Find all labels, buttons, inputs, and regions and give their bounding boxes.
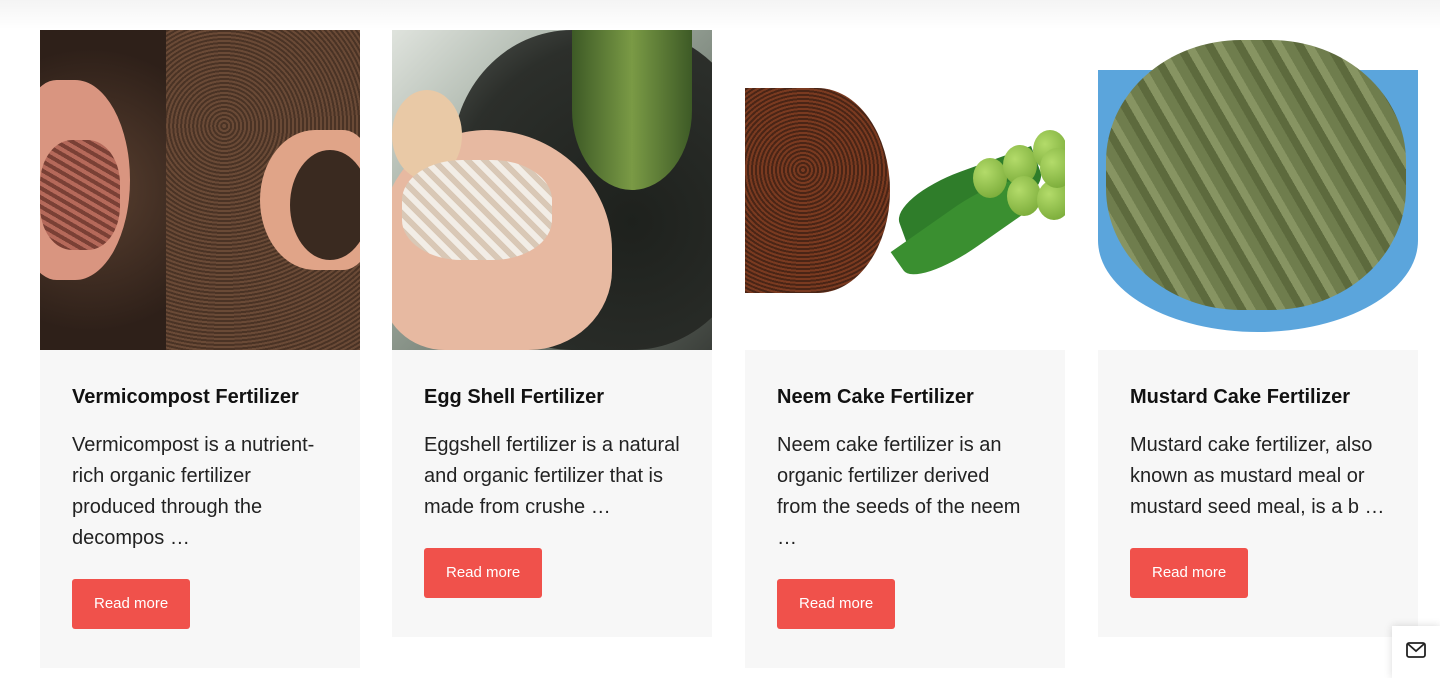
card-title[interactable]: Mustard Cake Fertilizer — [1130, 384, 1386, 410]
read-more-button[interactable]: Read more — [1130, 548, 1249, 598]
product-card-neem-cake: Neem Cake Fertilizer Neem cake fertilize… — [745, 30, 1065, 668]
product-card-egg-shell: Egg Shell Fertilizer Eggshell fertilizer… — [392, 30, 712, 637]
card-excerpt: Eggshell fertilizer is a natural and org… — [424, 434, 680, 518]
product-image[interactable] — [40, 30, 360, 350]
product-card-vermicompost: Vermicompost Fertilizer Vermicompost is … — [40, 30, 360, 668]
card-excerpt: Mustard cake fertilizer, also known as m… — [1130, 434, 1385, 518]
product-card-mustard-cake: Mustard Cake Fertilizer Mustard cake fer… — [1098, 30, 1418, 637]
contact-mail-button[interactable] — [1392, 626, 1440, 678]
card-title[interactable]: Vermicompost Fertilizer — [72, 384, 328, 410]
card-excerpt: Neem cake fertilizer is an organic ferti… — [777, 434, 1021, 549]
product-image[interactable] — [392, 30, 712, 350]
product-image[interactable] — [1098, 30, 1418, 350]
read-more-button[interactable]: Read more — [424, 548, 543, 598]
product-image[interactable] — [745, 30, 1065, 350]
header-shadow — [0, 0, 1440, 30]
card-title[interactable]: Egg Shell Fertilizer — [424, 384, 680, 410]
read-more-button[interactable]: Read more — [72, 579, 191, 629]
read-more-button[interactable]: Read more — [777, 579, 896, 629]
card-excerpt: Vermicompost is a nutrient-rich organic … — [72, 434, 315, 549]
mail-icon — [1406, 641, 1426, 663]
card-title[interactable]: Neem Cake Fertilizer — [777, 384, 1033, 410]
